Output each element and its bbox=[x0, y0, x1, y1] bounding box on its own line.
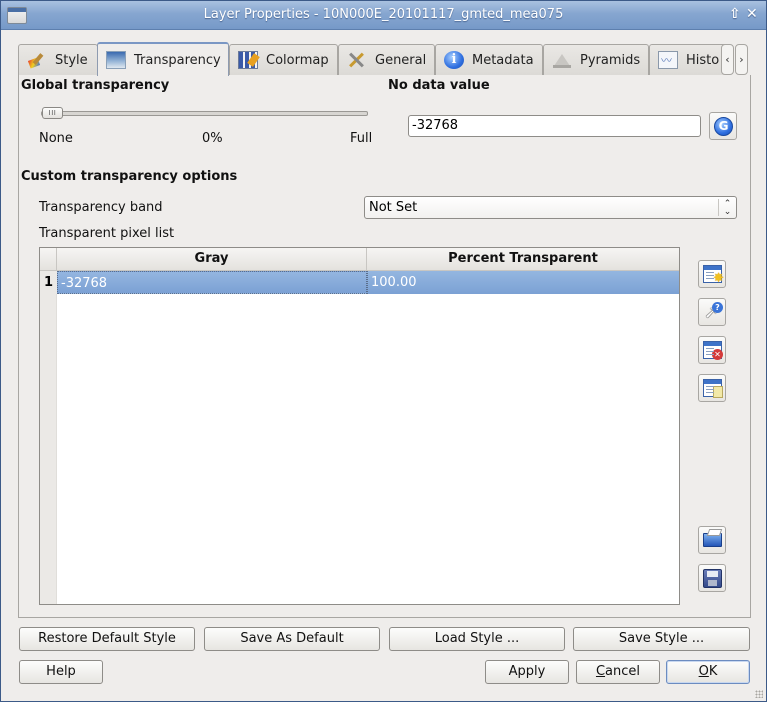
table-remove-icon: ✕ bbox=[703, 341, 723, 360]
table-add-icon: ✸ bbox=[703, 265, 724, 285]
tab-transparency[interactable]: Transparency bbox=[97, 42, 229, 76]
pointer-help-icon: ➚? bbox=[703, 302, 723, 323]
tab-pyramids-label: Pyramids bbox=[580, 52, 641, 68]
tab-pyramids[interactable]: Pyramids bbox=[543, 44, 649, 75]
style-brush-icon bbox=[27, 51, 47, 69]
apply-button[interactable]: Apply bbox=[485, 660, 569, 684]
cell-gray[interactable]: -32768 bbox=[57, 271, 367, 294]
import-from-file-button[interactable] bbox=[698, 526, 726, 554]
save-style-button[interactable]: Save Style ... bbox=[573, 627, 750, 651]
tab-general[interactable]: General bbox=[338, 44, 435, 75]
column-header-percent[interactable]: Percent Transparent bbox=[367, 248, 679, 271]
transparency-slider-track[interactable] bbox=[41, 111, 368, 116]
restore-default-style-button[interactable]: Restore Default Style bbox=[19, 627, 195, 651]
folder-open-icon bbox=[703, 533, 722, 547]
remove-value-button[interactable]: ✕ bbox=[698, 336, 726, 364]
row-header-column bbox=[40, 271, 57, 604]
no-data-value-input[interactable]: -32768 bbox=[408, 115, 701, 137]
shade-button[interactable]: ⇧ bbox=[729, 6, 741, 22]
export-to-file-button[interactable] bbox=[698, 564, 726, 592]
reset-no-data-button[interactable]: G bbox=[709, 112, 737, 140]
column-header-gray[interactable]: Gray bbox=[57, 248, 367, 271]
colormap-icon bbox=[238, 51, 258, 69]
window-title: Layer Properties - 10N000E_20101117_gmte… bbox=[203, 7, 564, 22]
transparency-icon bbox=[106, 51, 126, 69]
cancel-label: ancel bbox=[605, 664, 641, 679]
tab-histogram[interactable]: Histo bbox=[649, 44, 729, 75]
save-as-default-button[interactable]: Save As Default bbox=[204, 627, 380, 651]
tab-scroll-left-button[interactable]: ‹ bbox=[721, 44, 734, 75]
histogram-icon bbox=[658, 51, 678, 69]
layer-properties-dialog: Layer Properties - 10N000E_20101117_gmte… bbox=[0, 0, 767, 702]
tab-scroll-right-button[interactable]: › bbox=[735, 44, 748, 75]
ok-label: K bbox=[708, 664, 718, 679]
tab-style-label: Style bbox=[55, 52, 88, 68]
tab-metadata-label: Metadata bbox=[472, 52, 534, 68]
tab-metadata[interactable]: i Metadata bbox=[435, 44, 543, 75]
add-value-manually-button[interactable]: ✸ bbox=[698, 260, 726, 288]
no-data-heading: No data value bbox=[388, 78, 490, 93]
ok-button[interactable]: OK bbox=[666, 660, 750, 684]
cell-percent[interactable]: 100.00 bbox=[367, 271, 679, 294]
reset-icon: G bbox=[714, 117, 733, 136]
transparency-band-label: Transparency band bbox=[39, 200, 163, 215]
info-icon: i bbox=[444, 51, 464, 69]
tab-transparency-label: Transparency bbox=[134, 52, 221, 68]
slider-max-label: Full bbox=[350, 131, 373, 146]
transparent-pixel-table[interactable]: Gray Percent Transparent 1 -32768 100.00 bbox=[39, 247, 680, 605]
slider-min-label: None bbox=[39, 131, 73, 146]
cancel-mnemonic: C bbox=[595, 664, 606, 679]
slider-value-label: 0% bbox=[202, 131, 223, 146]
default-values-button[interactable] bbox=[698, 374, 726, 402]
tab-colormap[interactable]: Colormap bbox=[229, 44, 338, 75]
ok-mnemonic: O bbox=[698, 664, 709, 679]
load-style-button[interactable]: Load Style ... bbox=[389, 627, 565, 651]
pyramid-icon bbox=[552, 51, 572, 69]
table-corner[interactable] bbox=[40, 248, 57, 271]
custom-transparency-heading: Custom transparency options bbox=[21, 169, 238, 184]
global-transparency-heading: Global transparency bbox=[21, 78, 170, 93]
row-header-1[interactable]: 1 bbox=[40, 271, 57, 294]
transparency-band-select[interactable]: Not Set ⌃ ⌄ bbox=[364, 196, 737, 219]
transparency-slider-handle[interactable]: III bbox=[42, 107, 63, 119]
floppy-save-icon bbox=[703, 569, 722, 588]
table-default-icon bbox=[703, 379, 723, 398]
pixel-list-label: Transparent pixel list bbox=[39, 226, 175, 241]
tools-icon bbox=[347, 51, 367, 69]
close-button[interactable]: ✕ bbox=[746, 6, 758, 22]
resize-grip[interactable] bbox=[755, 690, 763, 698]
tab-histogram-label: Histo bbox=[686, 52, 720, 68]
title-bar[interactable]: Layer Properties - 10N000E_20101117_gmte… bbox=[1, 1, 766, 30]
tab-general-label: General bbox=[375, 52, 427, 68]
tab-style[interactable]: Style bbox=[18, 44, 98, 75]
cancel-button[interactable]: Cancel bbox=[576, 660, 660, 684]
tab-colormap-label: Colormap bbox=[266, 52, 329, 68]
transparency-band-value: Not Set bbox=[369, 200, 418, 215]
help-button[interactable]: Help bbox=[19, 660, 103, 684]
combo-updown-icon: ⌃ ⌄ bbox=[718, 199, 736, 217]
add-from-display-button[interactable]: ➚? bbox=[698, 298, 726, 326]
